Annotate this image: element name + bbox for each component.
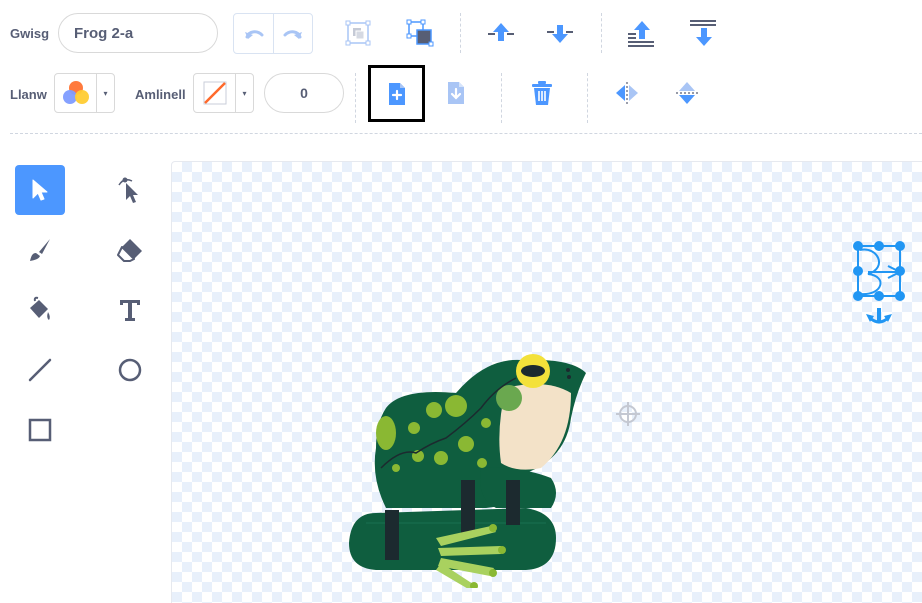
undo-icon bbox=[244, 29, 263, 39]
crosshair-icon bbox=[616, 402, 640, 426]
rectangle-icon bbox=[28, 418, 52, 442]
outline-width-input[interactable]: 0 bbox=[264, 73, 344, 113]
reshape-tool[interactable] bbox=[105, 165, 155, 215]
paste-button[interactable] bbox=[436, 73, 476, 113]
frog-costume-image[interactable] bbox=[346, 348, 591, 588]
forward-button[interactable] bbox=[481, 13, 521, 53]
outline-dropdown-arrow[interactable]: ▾ bbox=[235, 74, 253, 112]
no-outline-icon bbox=[203, 81, 226, 105]
separator bbox=[355, 73, 356, 123]
backward-button[interactable] bbox=[540, 13, 580, 53]
circle-icon bbox=[118, 358, 142, 382]
separator bbox=[460, 13, 461, 53]
separator bbox=[601, 13, 602, 53]
group-icon bbox=[345, 20, 371, 46]
flip-horizontal-icon bbox=[616, 82, 638, 104]
selection-handles[interactable] bbox=[848, 238, 908, 330]
flip-horizontal-button[interactable] bbox=[607, 73, 647, 113]
undo-button[interactable] bbox=[234, 14, 273, 53]
ungroup-icon bbox=[406, 19, 434, 47]
select-tool[interactable] bbox=[15, 165, 65, 215]
back-button[interactable] bbox=[683, 13, 723, 53]
group-button[interactable] bbox=[338, 13, 378, 53]
redo-icon bbox=[283, 29, 302, 39]
paint-canvas[interactable] bbox=[171, 161, 922, 603]
line-icon bbox=[28, 358, 52, 382]
front-icon bbox=[628, 21, 654, 47]
outline-label: Amlinell bbox=[135, 87, 186, 102]
fill-color-picker[interactable]: ▾ bbox=[54, 73, 115, 113]
paste-icon bbox=[448, 82, 464, 104]
circle-tool[interactable] bbox=[105, 345, 155, 395]
separator bbox=[501, 73, 502, 123]
backward-icon bbox=[547, 25, 573, 43]
rectangle-tool[interactable] bbox=[15, 405, 65, 455]
costume-name-input[interactable]: Frog 2-a bbox=[58, 13, 218, 53]
separator bbox=[587, 73, 588, 123]
brush-tool[interactable] bbox=[15, 225, 65, 275]
fill-swatch bbox=[55, 74, 96, 112]
redo-button[interactable] bbox=[273, 14, 312, 53]
undo-redo-group bbox=[233, 13, 313, 54]
ungroup-button[interactable] bbox=[400, 13, 440, 53]
front-button[interactable] bbox=[621, 13, 661, 53]
delete-button[interactable] bbox=[522, 73, 562, 113]
line-tool[interactable] bbox=[15, 345, 65, 395]
toolbar-divider bbox=[10, 133, 922, 134]
flip-vertical-button[interactable] bbox=[667, 73, 707, 113]
eraser-tool[interactable] bbox=[105, 225, 155, 275]
copy-button[interactable] bbox=[368, 65, 425, 122]
brush-icon bbox=[30, 239, 50, 261]
outline-swatch bbox=[194, 74, 235, 112]
fill-label: Llanw bbox=[10, 87, 47, 102]
paint-bucket-icon bbox=[30, 296, 50, 320]
fill-tool[interactable] bbox=[15, 285, 65, 335]
fill-dropdown-arrow[interactable]: ▾ bbox=[96, 74, 114, 112]
outline-color-picker[interactable]: ▾ bbox=[193, 73, 254, 113]
costume-label: Gwisg bbox=[10, 26, 50, 41]
delete-icon bbox=[532, 81, 552, 105]
text-tool[interactable] bbox=[105, 285, 155, 335]
mixed-fill-icon bbox=[62, 81, 89, 104]
copy-icon bbox=[388, 82, 405, 105]
back-icon bbox=[690, 20, 716, 46]
text-icon bbox=[120, 300, 140, 321]
reshape-cursor-icon bbox=[118, 177, 138, 203]
flip-vertical-icon bbox=[676, 82, 698, 104]
arrow-cursor-icon bbox=[32, 179, 48, 201]
forward-icon bbox=[488, 23, 514, 41]
eraser-icon bbox=[117, 239, 142, 262]
